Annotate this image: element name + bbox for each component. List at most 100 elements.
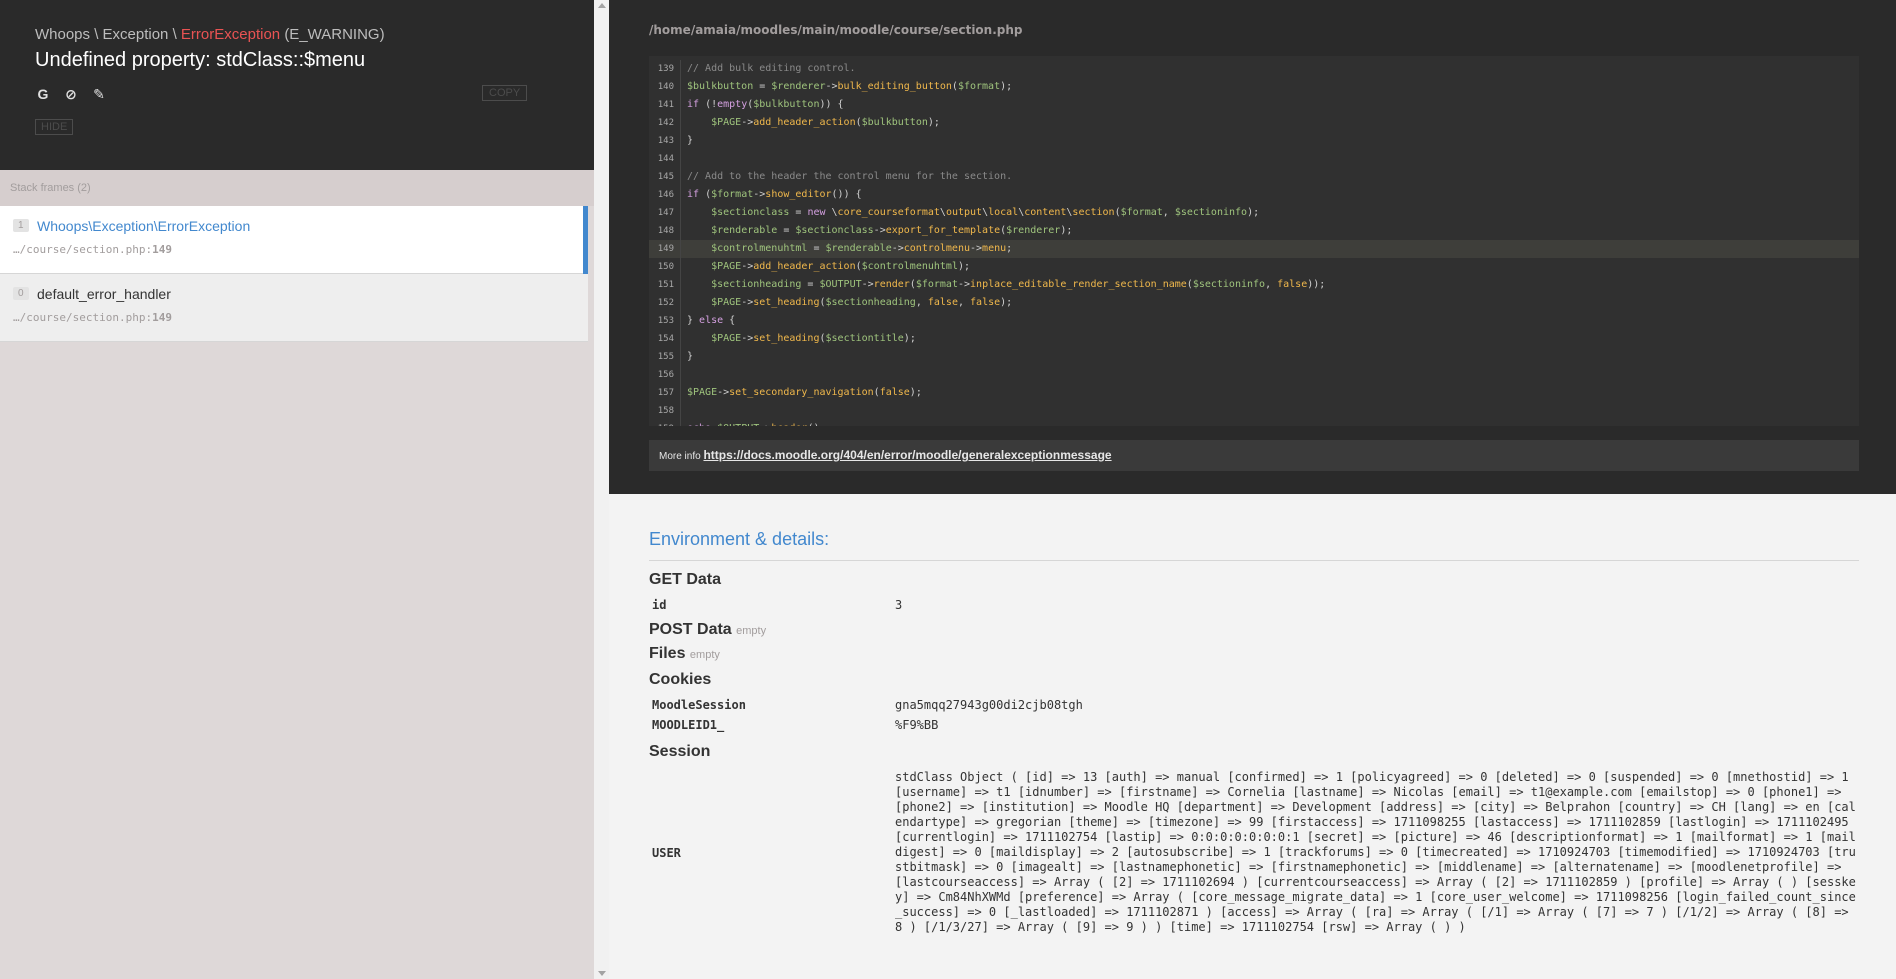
frame-index: 0 <box>13 287 29 301</box>
copy-button[interactable]: COPY <box>482 85 528 101</box>
line-number: 152 <box>649 294 681 312</box>
scroll-down-icon[interactable] <box>598 971 606 976</box>
line-number: 151 <box>649 276 681 294</box>
stackoverflow-search-icon[interactable]: ✎ <box>91 86 107 102</box>
line-number: 150 <box>649 258 681 276</box>
stack-panel: Whoops \ Exception \ ErrorException (E_W… <box>0 0 594 979</box>
line-number: 142 <box>649 114 681 132</box>
more-info-link[interactable]: https://docs.moodle.org/404/en/error/moo… <box>703 448 1111 462</box>
line-number: 145 <box>649 168 681 186</box>
code-line: 148 $renderable = $sectionclass->export_… <box>649 222 1859 240</box>
code-line: 146 if ($format->show_editor()) { <box>649 186 1859 204</box>
frame-line: 149 <box>152 243 172 256</box>
data-row: MOODLEID1_ %F9%BB <box>649 715 1859 735</box>
data-value: 3 <box>895 598 903 612</box>
line-number: 143 <box>649 132 681 150</box>
more-info-label: More info <box>659 451 701 462</box>
code-text: echo $OUTPUT->header(); <box>681 420 826 426</box>
details-panel: /home/amaia/moodles/main/moodle/course/s… <box>609 0 1896 979</box>
code-text: $PAGE->set_heading($sectiontitle); <box>711 333 916 344</box>
data-row: USER stdClass Object ( [id] => 13 [auth]… <box>649 767 1859 938</box>
line-number: 158 <box>649 402 681 420</box>
line-number: 157 <box>649 384 681 402</box>
frame-name: Whoops\Exception\ErrorException <box>37 217 251 234</box>
code-text: $sectionheading = $OUTPUT->render($forma… <box>711 279 1326 290</box>
frame-file-path: …/course/section.php <box>13 311 146 324</box>
session-title: Session <box>649 743 711 760</box>
code-line: 142 $PAGE->add_header_action($bulkbutton… <box>649 114 1859 132</box>
search-links: G ⊘ ✎ <box>35 86 559 102</box>
line-number: 155 <box>649 348 681 366</box>
frame-file: …/course/section.php:149 <box>13 311 172 324</box>
code-line: 150 $PAGE->add_header_action($controlmen… <box>649 258 1859 276</box>
code-text: } else { <box>687 315 736 326</box>
code-text: $PAGE->add_header_action($controlmenuhtm… <box>711 261 971 272</box>
code-line: 144 <box>649 150 1859 168</box>
scroll-up-icon[interactable] <box>598 3 606 8</box>
code-line: 159echo $OUTPUT->header(); <box>649 420 1859 426</box>
get-data-title: GET Data <box>649 571 722 588</box>
exception-namespace: Whoops \ Exception \ <box>35 26 177 43</box>
frame-name: default_error_handler <box>37 285 171 302</box>
code-text: } <box>687 135 694 146</box>
empty-label: empty <box>736 625 767 637</box>
stack-frame[interactable]: 0 default_error_handler …/course/section… <box>0 274 588 342</box>
line-number: 153 <box>649 312 681 330</box>
code-line: 141 if (!empty($bulkbutton)) { <box>649 96 1859 114</box>
code-panel: /home/amaia/moodles/main/moodle/course/s… <box>609 0 1896 494</box>
line-number: 144 <box>649 150 681 168</box>
data-value: gna5mqq27943g00di2cjb08tgh <box>895 698 1083 712</box>
left-scrollbar[interactable] <box>594 0 609 979</box>
code-line: 157 $PAGE->set_secondary_navigation(false… <box>649 384 1859 402</box>
code-line: 158 <box>649 402 1859 420</box>
environment-details: Environment & details: GET Data id 3 POS… <box>609 494 1896 938</box>
code-text: $bulkbutton = $renderer->bulk_editing_bu… <box>687 81 1013 92</box>
code-line: 147 $sectionclass = new \core_courseform… <box>649 204 1859 222</box>
hide-button[interactable]: HIDE <box>35 119 74 135</box>
empty-label: empty <box>689 649 720 661</box>
frame-index: 1 <box>13 219 29 233</box>
line-number: 146 <box>649 186 681 204</box>
code-line: 149 $controlmenuhtml = $renderable->cont… <box>649 240 1859 258</box>
files-label: Files <box>649 645 686 662</box>
frame-line: 149 <box>152 311 172 324</box>
exception-level: (E_WARNING) <box>284 26 385 43</box>
code-text: if ($format->show_editor()) { <box>687 189 862 200</box>
exception-class: Whoops \ Exception \ ErrorException (E_W… <box>35 26 559 43</box>
code-text: $sectionclass = new \core_courseformat\o… <box>711 207 1260 218</box>
data-value: %F9%BB <box>895 718 939 732</box>
file-path[interactable]: /home/amaia/moodles/main/moodle/course/s… <box>649 0 1859 56</box>
code-text: $controlmenuhtml = $renderable->controlm… <box>711 243 1013 254</box>
code-line: 151 $sectionheading = $OUTPUT->render($f… <box>649 276 1859 294</box>
code-text: if (!empty($bulkbutton)) { <box>687 99 844 110</box>
cookies-title: Cookies <box>649 671 712 688</box>
duckduckgo-search-icon[interactable]: ⊘ <box>63 86 79 102</box>
more-info: More info https://docs.moodle.org/404/en… <box>649 440 1859 471</box>
code-line: 140 $bulkbutton = $renderer->bulk_editing… <box>649 78 1859 96</box>
files-title: Files empty <box>649 645 1859 663</box>
code-text: // Add to the header the control menu fo… <box>687 171 1013 182</box>
google-search-icon[interactable]: G <box>35 86 51 102</box>
code-line: 145 // Add to the header the control menu… <box>649 168 1859 186</box>
data-key: MoodleSession <box>652 698 746 712</box>
code-text: $PAGE->set_secondary_navigation(false); <box>687 387 922 398</box>
data-value: stdClass Object ( [id] => 13 [auth] => m… <box>895 770 1856 934</box>
line-number: 149 <box>649 240 681 258</box>
code-line: 139 // Add bulk editing control. <box>649 60 1859 78</box>
data-row: id 3 <box>649 595 1859 615</box>
code-block: 139 // Add bulk editing control. 140 $bulkb… <box>649 56 1859 426</box>
exception-name: ErrorException <box>180 26 281 43</box>
line-number: 141 <box>649 96 681 114</box>
stack-frame[interactable]: 1 Whoops\Exception\ErrorException …/cour… <box>0 206 588 274</box>
data-row: MoodleSession gna5mqq27943g00di2cjb08tgh <box>649 695 1859 715</box>
code-text: $PAGE->set_heading($sectionheading, fals… <box>711 297 1013 308</box>
post-data-title: POST Data empty <box>649 621 1859 639</box>
environment-title: Environment & details: <box>649 529 1859 561</box>
code-line: 155} <box>649 348 1859 366</box>
data-key: id <box>652 598 667 612</box>
code-line: 156 <box>649 366 1859 384</box>
code-line: 143} <box>649 132 1859 150</box>
